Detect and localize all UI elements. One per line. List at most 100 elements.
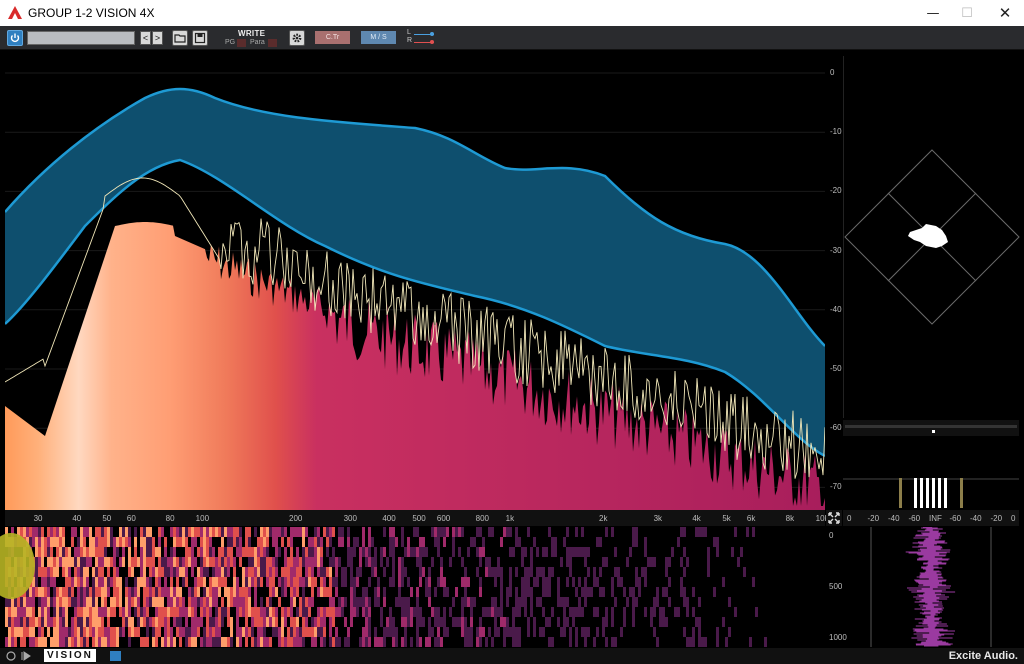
balance-meter xyxy=(843,420,1019,436)
sonogram-cell xyxy=(80,587,83,597)
power-button[interactable] xyxy=(7,30,23,46)
sonogram-cell xyxy=(509,587,512,597)
preset-name-field[interactable] xyxy=(27,31,135,45)
sonogram-cell xyxy=(77,607,80,617)
sonogram-cell xyxy=(644,567,647,577)
sonogram-cell xyxy=(524,547,527,557)
sonogram-cell xyxy=(404,617,407,627)
sonogram-cell xyxy=(470,537,473,547)
sonogram-cell xyxy=(74,557,77,567)
sonogram-cell xyxy=(143,547,146,557)
sonogram-cell xyxy=(173,557,176,567)
sonogram-cell xyxy=(695,617,698,627)
sonogram-cell xyxy=(80,577,83,587)
settings-icon[interactable] xyxy=(5,650,17,662)
expand-button[interactable] xyxy=(826,510,842,526)
sonogram-cell xyxy=(548,567,551,577)
sonogram-cell xyxy=(83,527,86,537)
sonogram-cell xyxy=(581,627,584,637)
sonogram-cell xyxy=(53,587,56,597)
sonogram-cell xyxy=(191,637,194,647)
sonogram-cell xyxy=(47,597,50,607)
sonogram-cell xyxy=(314,527,317,537)
sonogram-cell xyxy=(179,627,182,637)
left-channel-dot[interactable] xyxy=(430,32,434,36)
sonogram-cell xyxy=(173,527,176,537)
spectrum-analyzer[interactable]: 0 -10 -20 -30 -40 -50 -60 -70 xyxy=(4,56,842,510)
settings-button[interactable] xyxy=(289,30,305,46)
sonogram-cell xyxy=(86,547,89,557)
sonogram-cell xyxy=(65,607,68,617)
sonogram-cell xyxy=(128,567,131,577)
sonogram-cell xyxy=(143,527,146,537)
sonogram-cell xyxy=(119,607,122,617)
pg-toggle[interactable] xyxy=(237,39,246,47)
sonogram-cell xyxy=(236,587,239,597)
sonogram-cell xyxy=(215,597,218,607)
sonogram-cell xyxy=(194,577,197,587)
sonogram-cell xyxy=(734,607,737,617)
sonogram-cell xyxy=(335,557,338,567)
sonogram-cell xyxy=(62,587,65,597)
sonogram-cell xyxy=(347,527,350,537)
sonogram-cell xyxy=(401,637,404,647)
sonogram-cell xyxy=(35,587,38,597)
sonogram-cell xyxy=(239,627,242,637)
para-toggle[interactable] xyxy=(268,39,277,47)
sonogram-cell xyxy=(56,597,59,607)
play-icon[interactable] xyxy=(20,650,32,662)
sonogram-cell xyxy=(149,557,152,567)
sonogram-cell xyxy=(338,597,341,607)
sonogram-cell xyxy=(227,527,230,537)
sonogram-cell xyxy=(173,547,176,557)
frequency-tick-label: 80 xyxy=(165,514,175,523)
sonogram-cell xyxy=(191,537,194,547)
sonogram-cell xyxy=(38,607,41,617)
sonogram-cell xyxy=(437,537,440,547)
sonogram-cell xyxy=(191,627,194,637)
sonogram-cell xyxy=(209,597,212,607)
sonogram-cell xyxy=(212,577,215,587)
sonogram-cell xyxy=(467,547,470,557)
sonogram-cell xyxy=(320,557,323,567)
sonogram-cell xyxy=(404,607,407,617)
sonogram-cell xyxy=(188,637,191,647)
sonogram-cell xyxy=(209,607,212,617)
sonogram-cell xyxy=(185,627,188,637)
preset-next-button[interactable]: > xyxy=(152,31,163,45)
sonogram-cell xyxy=(101,537,104,547)
sonogram-cell xyxy=(446,587,449,597)
info-badge[interactable] xyxy=(110,651,121,661)
sonogram-cell xyxy=(113,547,116,557)
right-channel-dot[interactable] xyxy=(430,40,434,44)
sonogram-cell xyxy=(662,617,665,627)
sonogram-cell xyxy=(521,547,524,557)
sonogram-cell xyxy=(161,637,164,647)
sonogram-cell xyxy=(440,527,443,537)
sonogram-cell xyxy=(74,627,77,637)
sonogram-cell xyxy=(584,597,587,607)
sonogram-cell xyxy=(38,617,41,627)
sonogram-cell xyxy=(542,567,545,577)
open-folder-button[interactable] xyxy=(172,30,188,46)
sonogram-cell xyxy=(74,597,77,607)
save-button[interactable] xyxy=(192,30,208,46)
ctr-button[interactable]: C.Tr xyxy=(315,31,350,44)
sonogram-cell xyxy=(359,597,362,607)
sonogram-cell xyxy=(491,527,494,537)
ms-button[interactable]: M / S xyxy=(361,31,396,44)
sonogram-cell xyxy=(467,597,470,607)
sonogram-cell xyxy=(113,607,116,617)
sonogram-cell xyxy=(35,557,38,567)
preset-prev-button[interactable]: < xyxy=(140,31,151,45)
sonogram-cell xyxy=(146,577,149,587)
sonogram-cell xyxy=(323,577,326,587)
sonogram-graph xyxy=(5,527,767,647)
sonogram[interactable] xyxy=(0,527,825,647)
close-button[interactable]: ✕ xyxy=(982,0,1024,26)
sonogram-cell xyxy=(74,637,77,647)
correlation-tick-label: -60 xyxy=(908,514,921,523)
sonogram-cell xyxy=(146,537,149,547)
sonogram-cell xyxy=(35,617,38,627)
time-tick-label: 1000 xyxy=(829,633,847,642)
